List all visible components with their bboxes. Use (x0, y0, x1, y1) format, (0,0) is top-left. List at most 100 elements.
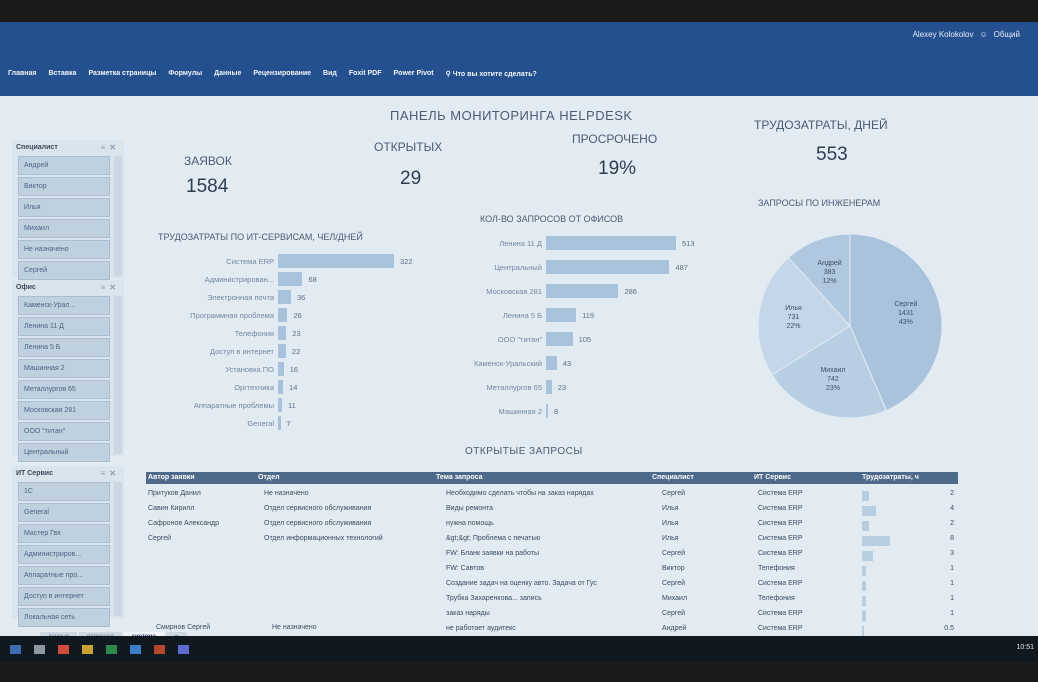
tab-review[interactable]: Рецензирование (253, 70, 311, 78)
bar-value-label: 487 (675, 263, 688, 272)
bar-category-label: Программная проблема (190, 311, 274, 320)
hours-databar (862, 536, 890, 546)
slicer-item[interactable]: Мастер Гвх (18, 524, 110, 543)
slicer-item[interactable]: Виктор (18, 177, 110, 196)
powerpoint-icon[interactable] (154, 645, 165, 654)
header-hours[interactable]: Трудозатраты, ч (862, 472, 919, 484)
pie-slice-value: 731 (787, 314, 800, 322)
slicer-item[interactable]: Центральный (18, 443, 110, 462)
slicer-item[interactable]: Московская 281 (18, 401, 110, 420)
app-icon[interactable] (178, 645, 189, 654)
bar (546, 236, 676, 250)
kpi-open-label: ОТКРЫТЫХ (374, 140, 443, 154)
slicer-item[interactable]: ООО "титан" (18, 422, 110, 441)
app-icon[interactable] (58, 645, 69, 654)
table-row: заказ наряды Сергей Система ERP 1 (146, 610, 958, 623)
slicer-title: Специалист (16, 143, 58, 151)
specialist-cell: Илья (662, 505, 679, 512)
hours-cell: 4 (950, 505, 954, 512)
bar (546, 404, 549, 418)
bar-category-label: Доступ в интернет (209, 347, 274, 356)
filter-clear-icon[interactable]: ≡✕ (101, 283, 120, 292)
hours-cell: 1 (950, 580, 954, 587)
specialist-cell: Илья (662, 535, 679, 542)
slicer-item[interactable]: General (18, 503, 110, 522)
chart-engineers: Сергей 1431 43% Михаил 742 23% Илья 731 22% Андре… (755, 231, 945, 426)
bar-category-label: Система ERP (226, 257, 274, 266)
tell-me-text: Что вы хотите сделать? (452, 71, 537, 78)
slicer-item[interactable]: Локальная сеть (18, 608, 110, 627)
slicer-item[interactable]: Не назначено (18, 240, 110, 259)
table-row: Трубка Захаренкова... запись Михаил Телефо… (146, 595, 958, 608)
tell-me-search[interactable]: ⚲ Что вы хотите сделать? (446, 70, 537, 78)
slicer-scrollbar[interactable] (114, 482, 122, 616)
header-it-service[interactable]: ИТ Сервис (754, 472, 791, 484)
kpi-requests-label: ЗАЯВОК (184, 154, 232, 168)
pie-slice-percent: 43% (898, 319, 913, 327)
slicer-item[interactable]: Машинная 2 (18, 359, 110, 378)
slicer-office: Офис ≡✕ Каменск-Урал... Ленина 11 Д Ленин… (12, 280, 124, 462)
tab-home[interactable]: Главная (8, 70, 36, 78)
outlook-icon[interactable] (130, 645, 141, 654)
service-cell: Система ERP (758, 490, 803, 497)
bar (278, 326, 287, 340)
service-cell: Система ERP (758, 505, 803, 512)
filter-clear-icon[interactable]: ≡✕ (101, 143, 120, 152)
bar (278, 362, 284, 376)
slicer-header: ИТ Сервис ≡✕ (12, 466, 124, 480)
kpi-overdue-label: ПРОСРОЧЕНО (572, 132, 658, 146)
slicer-item[interactable]: Илья (18, 198, 110, 217)
bar (546, 332, 573, 346)
slicer-item[interactable]: 1С (18, 482, 110, 501)
service-cell: Телефония (758, 595, 795, 602)
bar-value-label: 23 (292, 329, 301, 338)
slicer-scrollbar[interactable] (114, 156, 122, 276)
excel-icon[interactable] (106, 645, 117, 654)
share-button[interactable]: Общий (994, 30, 1020, 39)
tab-view[interactable]: Вид (323, 70, 337, 78)
topic-cell: нужна помощь (446, 520, 494, 527)
tab-foxit-pdf[interactable]: Foxit PDF (349, 70, 382, 78)
start-icon[interactable] (10, 645, 21, 654)
table-row: Виды ремонта Илья Система ERP 4 (146, 505, 958, 518)
account-area[interactable]: Alexey Kolokolov ☺ Общий (913, 30, 1020, 39)
hours-cell: 2 (950, 490, 954, 497)
topic-cell: Создание задач на оценку авто. Задача от… (446, 580, 597, 587)
service-cell: Система ERP (758, 520, 803, 527)
topic-cell: FW: Савтов (446, 565, 484, 572)
pie-slice-percent: 12% (822, 277, 837, 285)
slicer-item[interactable]: Аппаратные про... (18, 566, 110, 585)
slicer-scrollbar[interactable] (114, 296, 122, 454)
slicer-item[interactable]: Администриров... (18, 545, 110, 564)
hours-cell: 1 (950, 595, 954, 602)
slicer-item[interactable]: Андрей (18, 156, 110, 175)
bar-category-label: Установка ПО (225, 365, 274, 374)
slicer-item[interactable]: Ленина 11 Д (18, 317, 110, 336)
slicer-item[interactable]: Сергей (18, 261, 110, 280)
pie-slice-name: Сергей (894, 301, 918, 309)
tab-data[interactable]: Данные (214, 70, 241, 78)
slicer-item[interactable]: Каменск-Урал... (18, 296, 110, 315)
search-icon[interactable] (34, 645, 45, 654)
hours-cell: 0.5 (944, 625, 954, 632)
tab-formulas[interactable]: Формулы (168, 70, 202, 78)
slicer-header: Специалист ≡✕ (12, 140, 124, 154)
tab-power-pivot[interactable]: Power Pivot (394, 70, 434, 78)
specialist-cell: Сергей (662, 490, 686, 497)
header-topic[interactable]: Тема запроса (436, 472, 483, 484)
pie-slice-name: Илья (785, 305, 802, 313)
header-department[interactable]: Отдел (258, 472, 280, 484)
tab-insert[interactable]: Вставка (48, 70, 76, 78)
folder-icon[interactable] (82, 645, 93, 654)
pie-slice-label: Андрей 383 12% (808, 259, 852, 286)
slicer-item[interactable]: Михаил (18, 219, 110, 238)
slicer-item[interactable]: Доступ в интернет (18, 587, 110, 606)
slicer-item[interactable]: Металлургов 65 (18, 380, 110, 399)
tab-page-layout[interactable]: Разметка страницы (88, 70, 156, 78)
monitor-screen: Alexey Kolokolov ☺ Общий Главная Вставка… (0, 22, 1038, 662)
header-specialist[interactable]: Специалист (652, 472, 694, 484)
filter-clear-icon[interactable]: ≡✕ (101, 469, 120, 478)
header-author[interactable]: Автор заявки (148, 472, 195, 484)
slicer-item[interactable]: Ленина 5 Б (18, 338, 110, 357)
hours-databar (862, 521, 869, 531)
